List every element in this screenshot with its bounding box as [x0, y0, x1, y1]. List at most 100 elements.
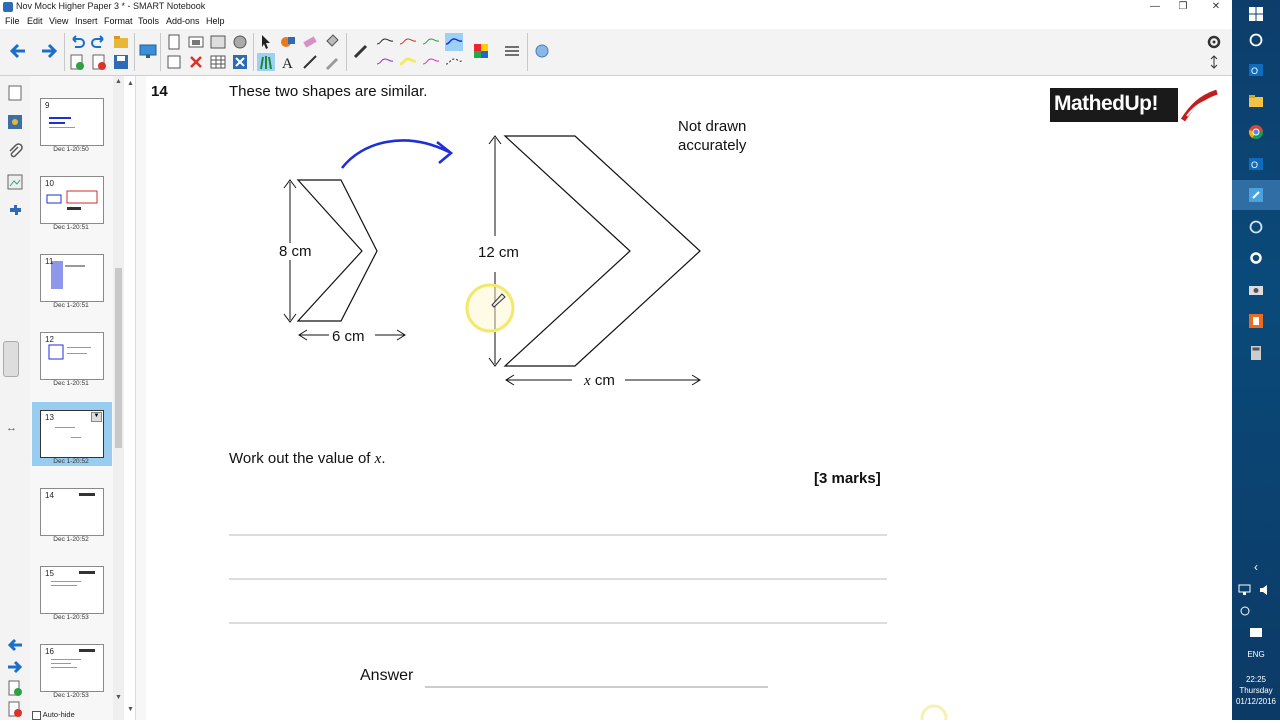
paste-icon[interactable] [165, 33, 183, 51]
text-icon[interactable]: A [279, 53, 297, 71]
outlook-2-icon[interactable]: O [1248, 156, 1264, 172]
windows-start-icon[interactable] [1248, 6, 1264, 22]
page-thumbnail-16[interactable]: 16 [40, 644, 104, 692]
page-thumbnail-14[interactable]: 14 [40, 488, 104, 536]
screen-shade-icon[interactable] [209, 33, 227, 51]
gallery-tab-icon[interactable] [6, 113, 24, 131]
restore-button[interactable]: ❐ [1170, 0, 1196, 15]
next-page-icon[interactable] [40, 42, 58, 60]
delete-page-icon[interactable] [90, 53, 108, 71]
pen-style-blue-icon[interactable] [445, 33, 463, 51]
show-hidden-icons-icon[interactable]: ‹ [1248, 560, 1264, 576]
attachments-tab-icon[interactable] [6, 142, 24, 160]
file-explorer-icon[interactable] [1248, 93, 1264, 109]
sorter-delete-page-icon[interactable] [6, 700, 24, 718]
resize-arrows-icon[interactable]: ↔ [6, 422, 24, 440]
display-screen-icon[interactable] [139, 42, 157, 60]
svg-text:O: O [1251, 66, 1258, 76]
menu-file[interactable]: File [5, 16, 20, 26]
calculator-icon[interactable] [1248, 345, 1264, 361]
menu-edit[interactable]: Edit [27, 16, 43, 26]
line-icon[interactable] [301, 53, 319, 71]
page-scroll-down-icon[interactable]: ▼ [127, 706, 134, 713]
clock-day[interactable]: Thursday [1232, 686, 1280, 695]
sync-icon[interactable] [1248, 219, 1264, 235]
grid-close-icon[interactable] [231, 53, 249, 71]
sorter-prev-page-icon[interactable] [6, 636, 24, 654]
color-palette-icon[interactable] [472, 42, 490, 60]
scroll-down-icon[interactable]: ▼ [115, 694, 122, 701]
pen-style-magenta-icon[interactable] [422, 53, 440, 71]
undo-icon[interactable] [68, 33, 86, 51]
page-thumbnail-12[interactable]: 12 [40, 332, 104, 380]
page-thumbnail-15[interactable]: 15 [40, 566, 104, 614]
page-scroll-up-icon[interactable]: ▲ [127, 80, 134, 87]
magic-pen-icon[interactable] [323, 53, 341, 71]
onedrive-sync-icon[interactable] [1238, 604, 1252, 618]
settings-icon[interactable] [1248, 250, 1264, 266]
action-center-icon[interactable] [1248, 625, 1264, 641]
smart-notebook-taskbar-icon[interactable] [1248, 187, 1264, 203]
sorter-add-page-icon[interactable] [6, 679, 24, 697]
page-thumbnail-13[interactable]: 13 ▼ [40, 410, 104, 458]
full-screen-icon[interactable] [165, 53, 183, 71]
pen-style-yellow-icon[interactable] [399, 53, 417, 71]
notebook-page[interactable]: 14 These two shapes are similar. Not dra… [147, 76, 1230, 720]
add-page-icon[interactable] [68, 53, 86, 71]
addons-tab-icon[interactable] [6, 202, 24, 220]
toolbar-move-icon[interactable] [1205, 53, 1223, 71]
input-language[interactable]: ENG [1232, 650, 1280, 659]
menu-format[interactable]: Format [104, 16, 133, 26]
thumbnail-menu-icon[interactable]: ▼ [91, 412, 102, 422]
chrome-icon[interactable] [1248, 124, 1264, 140]
menu-insert[interactable]: Insert [75, 16, 98, 26]
cortana-search-icon[interactable] [1248, 32, 1264, 48]
office-icon[interactable] [1248, 313, 1264, 329]
shapes-icon[interactable] [279, 33, 297, 51]
table-icon[interactable] [209, 53, 227, 71]
pen-style-red-icon[interactable] [399, 33, 417, 51]
autohide-checkbox[interactable]: Auto-hide [32, 710, 75, 720]
sidebar-collapse-handle[interactable] [3, 341, 19, 377]
close-button[interactable]: ✕ [1203, 0, 1229, 15]
redo-icon[interactable] [90, 33, 108, 51]
clock-date[interactable]: 01/12/2016 [1232, 697, 1280, 706]
sorter-next-page-icon[interactable] [6, 658, 24, 676]
page-thumbnail-10[interactable]: 10 [40, 176, 104, 224]
select-arrow-icon[interactable] [257, 33, 275, 51]
open-file-icon[interactable] [112, 33, 130, 51]
fill-icon[interactable] [323, 33, 341, 51]
document-camera-icon[interactable] [231, 33, 249, 51]
line-thickness-icon[interactable] [503, 42, 521, 60]
previous-page-icon[interactable] [9, 42, 27, 60]
page-sorter-tab-icon[interactable] [6, 84, 24, 102]
pens-icon[interactable] [257, 53, 275, 71]
settings-gear-icon[interactable] [1205, 33, 1223, 51]
properties-icon[interactable] [533, 42, 551, 60]
save-icon[interactable] [112, 53, 130, 71]
menu-tools[interactable]: Tools [138, 16, 159, 26]
properties-tab-icon[interactable] [6, 173, 24, 191]
scroll-up-icon[interactable]: ▲ [115, 78, 122, 85]
menu-view[interactable]: View [49, 16, 68, 26]
delete-icon[interactable] [187, 53, 205, 71]
sorter-scrollbar[interactable]: ▲ ▼ [113, 76, 124, 720]
page-thumbnail-11[interactable]: 11 [40, 254, 104, 302]
pen-style-green-icon[interactable] [422, 33, 440, 51]
volume-icon[interactable] [1258, 583, 1272, 597]
network-icon[interactable] [1238, 583, 1252, 597]
menu-addons[interactable]: Add-ons [166, 16, 200, 26]
menu-help[interactable]: Help [206, 16, 225, 26]
camera-app-icon[interactable] [1248, 282, 1264, 298]
pen-style-dashed-icon[interactable] [445, 53, 463, 71]
minimize-button[interactable]: — [1142, 0, 1168, 15]
eraser-icon[interactable] [301, 33, 319, 51]
pen-type-icon[interactable] [352, 42, 370, 60]
screen-capture-icon[interactable] [187, 33, 205, 51]
pen-style-purple-icon[interactable] [376, 53, 394, 71]
outlook-icon[interactable]: O [1248, 62, 1264, 78]
page-thumbnail-9[interactable]: 9 [40, 98, 104, 146]
pen-style-black-icon[interactable] [376, 33, 394, 51]
sorter-scroll-thumb[interactable] [115, 268, 122, 448]
clock-time[interactable]: 22:25 [1232, 675, 1280, 684]
